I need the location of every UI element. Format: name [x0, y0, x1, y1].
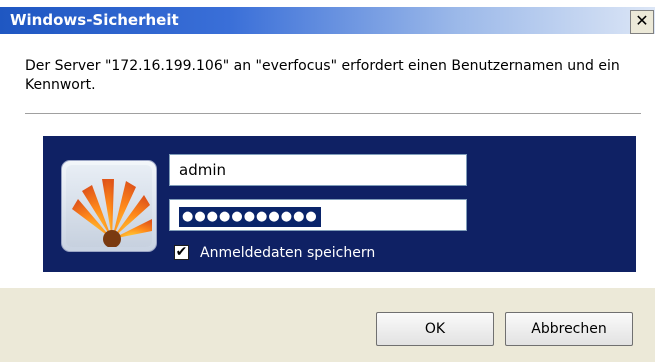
password-mask: ●●●●●●●●●●● [179, 207, 321, 227]
password-field[interactable]: ●●●●●●●●●●● [169, 199, 467, 231]
user-tile-flower-icon [66, 165, 152, 247]
title-bar-gradient: Windows-Sicherheit [0, 7, 655, 34]
button-footer: OK Abbrechen [0, 288, 655, 362]
server-message: Der Server "172.16.199.106" an "everfocu… [25, 58, 620, 93]
username-value: admin [179, 161, 226, 179]
checkmark-icon: ✔ [175, 244, 188, 260]
dialog-title: Windows-Sicherheit [10, 11, 179, 29]
user-tile [61, 160, 157, 252]
cancel-button[interactable]: Abbrechen [505, 312, 633, 346]
credential-panel: admin ●●●●●●●●●●● ✔ Anmeldedaten speiche… [43, 136, 636, 272]
remember-checkbox[interactable]: ✔ [174, 245, 189, 260]
remember-label[interactable]: Anmeldedaten speichern [200, 244, 375, 262]
close-icon: ✕ [635, 11, 649, 30]
divider [25, 113, 641, 114]
title-bar[interactable]: Windows-Sicherheit ✕ [0, 0, 655, 34]
close-button[interactable]: ✕ [630, 10, 654, 34]
username-field[interactable]: admin [169, 154, 467, 186]
ok-button[interactable]: OK [376, 312, 494, 346]
